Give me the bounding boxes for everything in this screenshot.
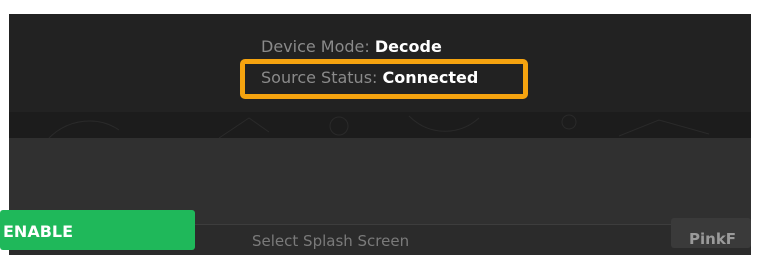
device-mode-label: Device Mode:	[261, 37, 370, 56]
status-header: Device Mode: Decode Source Status: Conne…	[9, 14, 751, 112]
source-status-highlight	[240, 59, 528, 99]
enable-button[interactable]: ENABLE	[0, 210, 195, 250]
decorative-pattern-band	[9, 112, 751, 138]
pattern-art	[48, 114, 710, 138]
device-mode-value: Decode	[374, 37, 442, 56]
splash-screen-select[interactable]: PinkF	[671, 218, 751, 248]
splash-screen-label: Select Splash Screen	[252, 232, 410, 250]
device-mode-row: Device Mode: Decode	[261, 37, 442, 56]
